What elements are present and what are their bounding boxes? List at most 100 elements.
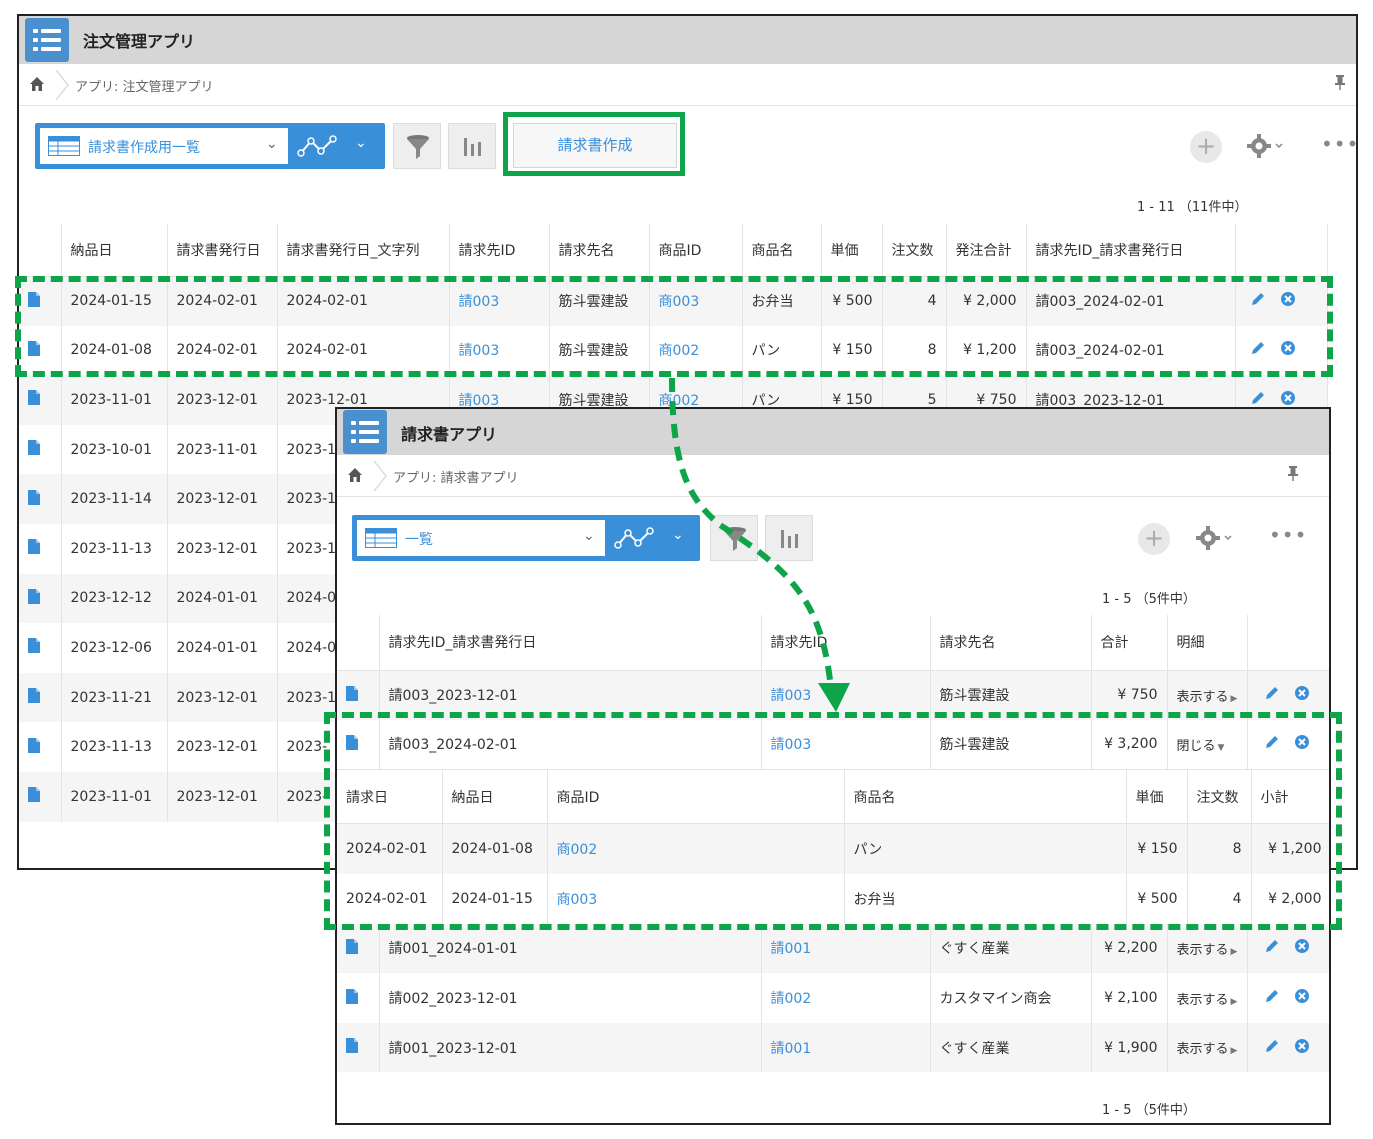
document-icon[interactable] [28, 688, 40, 704]
column-header[interactable]: 明細 [1167, 615, 1248, 671]
document-icon[interactable] [346, 1038, 358, 1054]
column-header[interactable]: 合計 [1091, 615, 1168, 671]
column-header[interactable]: 請求先ID [449, 224, 550, 277]
column-header[interactable]: 商品名 [742, 224, 822, 277]
document-icon[interactable] [28, 390, 40, 406]
document-icon[interactable] [28, 588, 40, 604]
close-circle-icon[interactable] [1294, 685, 1310, 705]
column-header[interactable]: 商品ID [649, 224, 743, 277]
table-cell: 2023-12-06 [61, 623, 168, 673]
close-circle-icon[interactable] [1294, 1038, 1310, 1058]
document-icon[interactable] [28, 489, 40, 505]
home-icon[interactable] [29, 76, 45, 92]
row-detail-cell[interactable] [19, 573, 62, 624]
document-icon[interactable] [346, 938, 358, 954]
caret-right-icon: ▶ [1230, 996, 1238, 1007]
chevron-down-icon[interactable]: ⌄ [672, 527, 684, 543]
row-detail-cell[interactable] [337, 923, 380, 974]
document-icon[interactable] [28, 440, 40, 456]
more-icon[interactable]: ••• [1321, 132, 1356, 156]
table-cell: ¥ 1,900 [1091, 1022, 1168, 1073]
filter-button[interactable] [393, 123, 441, 169]
column-header[interactable]: 請求先ID_請求書発行日 [1026, 224, 1236, 277]
detail-toggle[interactable]: 表示する ▶ [1167, 973, 1248, 1023]
bar-chart-icon [464, 138, 481, 156]
home-icon[interactable] [347, 467, 363, 483]
column-header[interactable]: 単価 [821, 224, 883, 277]
client-id-link[interactable]: 請001 [761, 1022, 931, 1073]
row-detail-cell[interactable] [337, 1022, 380, 1073]
breadcrumb: アプリ: 注文管理アプリ [19, 64, 1356, 106]
document-icon[interactable] [28, 787, 40, 803]
graph-button[interactable] [448, 123, 496, 169]
document-icon[interactable] [346, 685, 358, 701]
view-selector[interactable]: 一覧 ⌄ ⌄ [352, 515, 700, 561]
table-row[interactable]: 請001_2023-12-01 請001 ぐすく産業 ¥ 1,900 表示する ▶ [337, 1022, 1329, 1073]
gear-icon[interactable] [1194, 523, 1234, 555]
caret-right-icon: ▶ [1230, 946, 1238, 957]
detail-toggle[interactable]: 表示する ▶ [1167, 1022, 1248, 1073]
pencil-icon[interactable] [1264, 988, 1280, 1008]
table-cell: 2023-12-01 [167, 375, 278, 425]
column-header[interactable]: 請求書発行日_文字列 [277, 224, 450, 277]
column-header[interactable]: 発注合計 [946, 224, 1027, 277]
table-cell: 2023-11-01 [61, 771, 168, 822]
pin-icon[interactable] [1334, 74, 1346, 94]
pencil-icon[interactable] [1264, 1038, 1280, 1058]
breadcrumb-app-link[interactable]: アプリ: 注文管理アプリ [75, 76, 214, 95]
row-detail-cell[interactable] [19, 771, 62, 822]
view-name: 請求書作成用一覧 [88, 140, 200, 156]
column-header[interactable]: 請求先名 [549, 224, 650, 277]
table-header [1247, 615, 1329, 671]
graph-icon[interactable] [297, 133, 341, 159]
row-actions [1247, 973, 1329, 1023]
filter-button[interactable] [710, 515, 758, 561]
view-selector[interactable]: 請求書作成用一覧 ⌄ ⌄ [35, 123, 385, 169]
document-icon[interactable] [28, 638, 40, 654]
table-cell: 2023-10-01 [61, 424, 168, 475]
view-dropdown[interactable]: 請求書作成用一覧 ⌄ [40, 128, 288, 164]
row-detail-cell[interactable] [19, 523, 62, 574]
document-icon[interactable] [28, 737, 40, 753]
row-detail-cell[interactable] [19, 474, 62, 524]
column-header[interactable]: 納品日 [61, 224, 168, 277]
client-id-link[interactable]: 請001 [761, 923, 931, 974]
table-cell: 2023-11-13 [61, 722, 168, 772]
column-header[interactable]: 請求書発行日 [167, 224, 278, 277]
row-detail-cell[interactable] [19, 722, 62, 772]
close-circle-icon[interactable] [1294, 938, 1310, 958]
row-detail-cell[interactable] [19, 424, 62, 475]
row-detail-cell[interactable] [19, 672, 62, 723]
caret-right-icon: ▶ [1230, 1046, 1238, 1057]
column-header[interactable]: 請求先ID_請求書発行日 [379, 615, 762, 671]
add-record-button[interactable]: + [1138, 523, 1170, 555]
table-header [1235, 224, 1328, 277]
client-id-link[interactable]: 請002 [761, 973, 931, 1023]
row-detail-cell[interactable] [337, 973, 380, 1023]
view-dropdown[interactable]: 一覧 ⌄ [357, 520, 605, 556]
detail-toggle[interactable]: 表示する ▶ [1167, 923, 1248, 974]
add-record-button[interactable]: + [1190, 131, 1222, 163]
record-count-bottom: 1 - 5 （5件中） [1102, 1103, 1196, 1118]
document-icon[interactable] [28, 539, 40, 555]
close-circle-icon[interactable] [1294, 988, 1310, 1008]
table-row[interactable]: 請002_2023-12-01 請002 カスタマイン商会 ¥ 2,100 表示する ▶ [337, 973, 1329, 1023]
column-header[interactable]: 請求先ID [761, 615, 931, 671]
grid-view-icon [48, 136, 80, 156]
pin-icon[interactable] [1287, 465, 1299, 485]
chevron-down-icon[interactable]: ⌄ [355, 135, 367, 151]
breadcrumb-app-link[interactable]: アプリ: 請求書アプリ [393, 467, 519, 486]
table-row[interactable]: 請001_2024-01-01 請001 ぐすく産業 ¥ 2,200 表示する ▶ [337, 923, 1329, 974]
pencil-icon[interactable] [1264, 938, 1280, 958]
column-header[interactable]: 注文数 [882, 224, 947, 277]
row-detail-cell[interactable] [19, 623, 62, 673]
document-icon[interactable] [346, 988, 358, 1004]
more-icon[interactable]: ••• [1269, 523, 1307, 547]
table-cell: 2023-12-01 [167, 672, 278, 723]
graph-icon[interactable] [614, 525, 658, 551]
column-header[interactable]: 請求先名 [930, 615, 1092, 671]
row-detail-cell[interactable] [19, 375, 62, 425]
pencil-icon[interactable] [1264, 685, 1280, 705]
gear-icon[interactable] [1245, 131, 1285, 163]
graph-button[interactable] [765, 515, 813, 561]
